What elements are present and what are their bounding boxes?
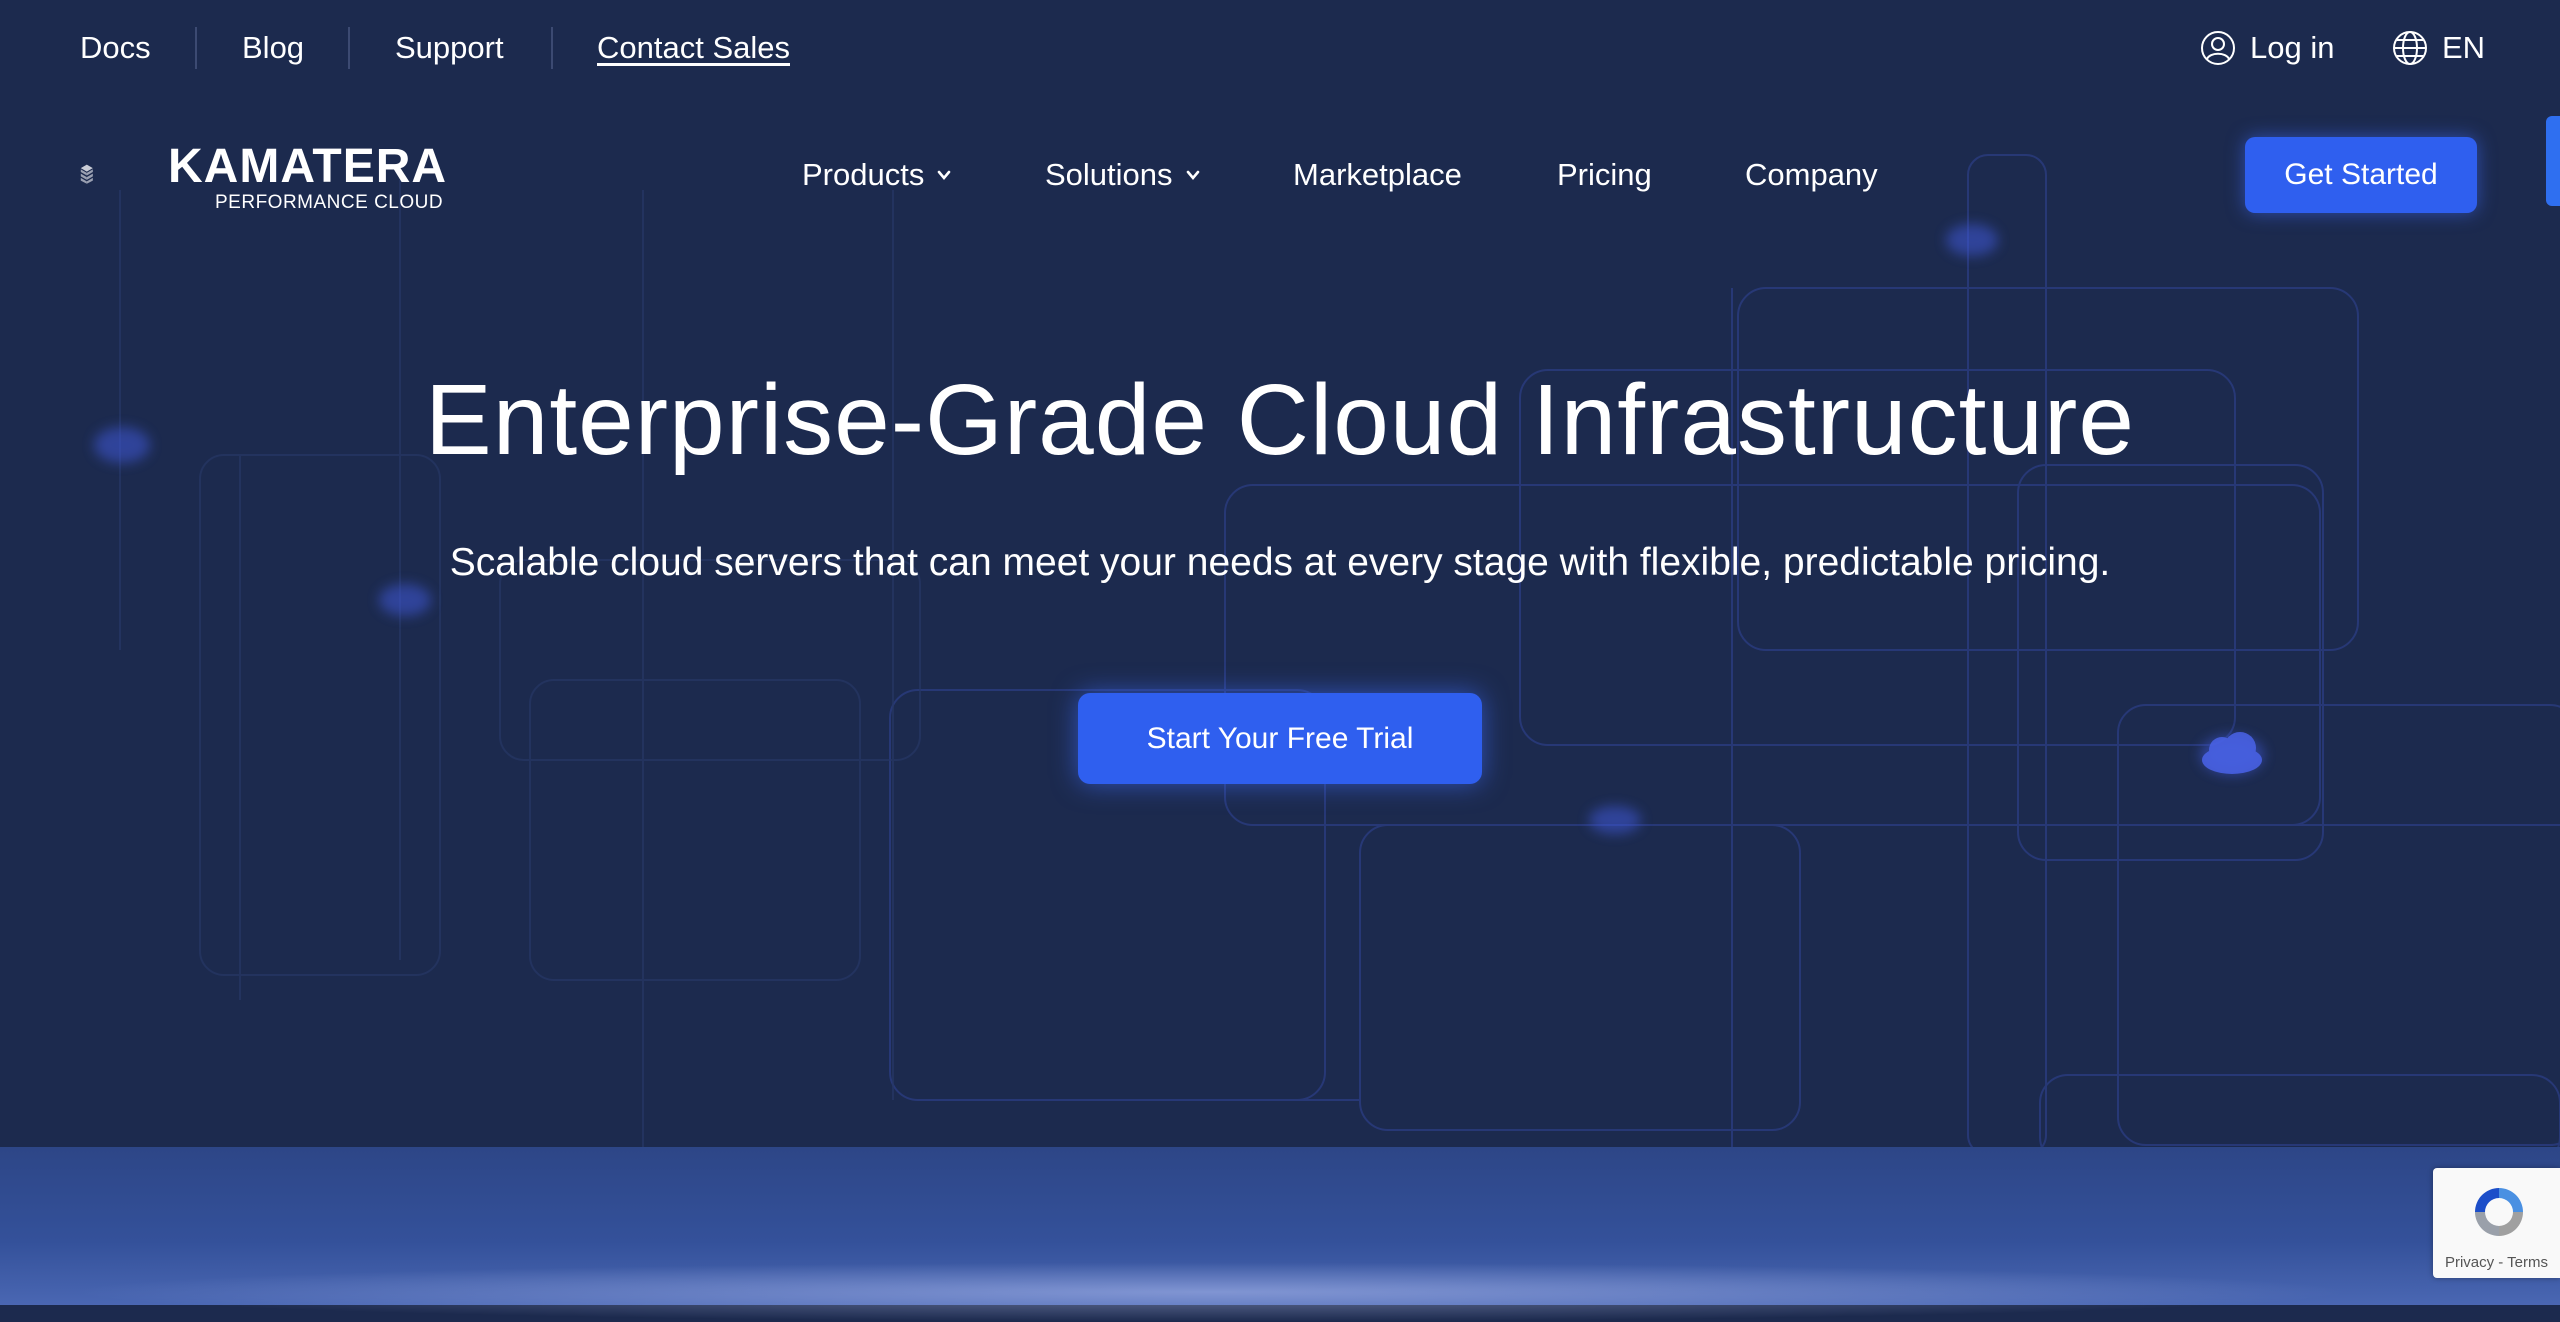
recaptcha-badge[interactable]: Privacy - Terms	[2433, 1168, 2560, 1278]
chevron-down-icon	[1186, 170, 1199, 181]
nav-marketplace[interactable]: Marketplace	[1293, 155, 1462, 195]
login-link[interactable]: Log in	[2200, 28, 2334, 68]
hero-subtitle: Scalable cloud servers that can meet you…	[449, 541, 2111, 584]
blog-link[interactable]: Blog	[242, 28, 304, 68]
language-label: EN	[2442, 30, 2486, 65]
support-link[interactable]: Support	[395, 28, 504, 68]
brand-tagline: PERFORMANCE CLOUD	[215, 192, 444, 213]
nav-products[interactable]: Products	[802, 155, 952, 195]
divider	[348, 27, 350, 69]
nav-company[interactable]: Company	[1745, 155, 1878, 195]
language-selector[interactable]: EN	[2392, 28, 2485, 68]
nav-marketplace-label: Marketplace	[1293, 157, 1462, 192]
login-label: Log in	[2250, 30, 2335, 65]
start-free-trial-button[interactable]: Start Your Free Trial	[1078, 693, 1482, 784]
contact-sales-link[interactable]: Contact Sales	[597, 28, 790, 68]
nav-products-label: Products	[802, 157, 925, 192]
chevron-down-icon	[938, 170, 951, 181]
nav-pricing-label: Pricing	[1557, 157, 1652, 192]
divider	[195, 27, 197, 69]
kamatera-logo-mark	[80, 164, 93, 184]
divider	[551, 27, 553, 69]
brand-name: KAMATERA	[168, 140, 448, 193]
recaptcha-icon	[2475, 1188, 2523, 1236]
globe-icon	[2393, 31, 2427, 65]
docs-link[interactable]: Docs	[80, 28, 151, 68]
get-started-button[interactable]: Get Started	[2245, 137, 2477, 213]
hero-title: Enterprise-Grade Cloud Infrastructure	[425, 364, 2135, 476]
nav-company-label: Company	[1745, 157, 1878, 192]
user-circle-icon	[2201, 31, 2235, 65]
utility-bar: Docs Blog Support Contact Sales Log in E…	[0, 0, 2560, 98]
nav-pricing[interactable]: Pricing	[1557, 155, 1652, 195]
nav-solutions-label: Solutions	[1045, 157, 1173, 192]
recaptcha-links[interactable]: Privacy - Terms	[2433, 1254, 2560, 1272]
side-feedback-tab[interactable]	[2546, 116, 2560, 206]
nav-solutions[interactable]: Solutions	[1045, 155, 1201, 195]
lower-section-glow	[60, 1262, 2360, 1322]
